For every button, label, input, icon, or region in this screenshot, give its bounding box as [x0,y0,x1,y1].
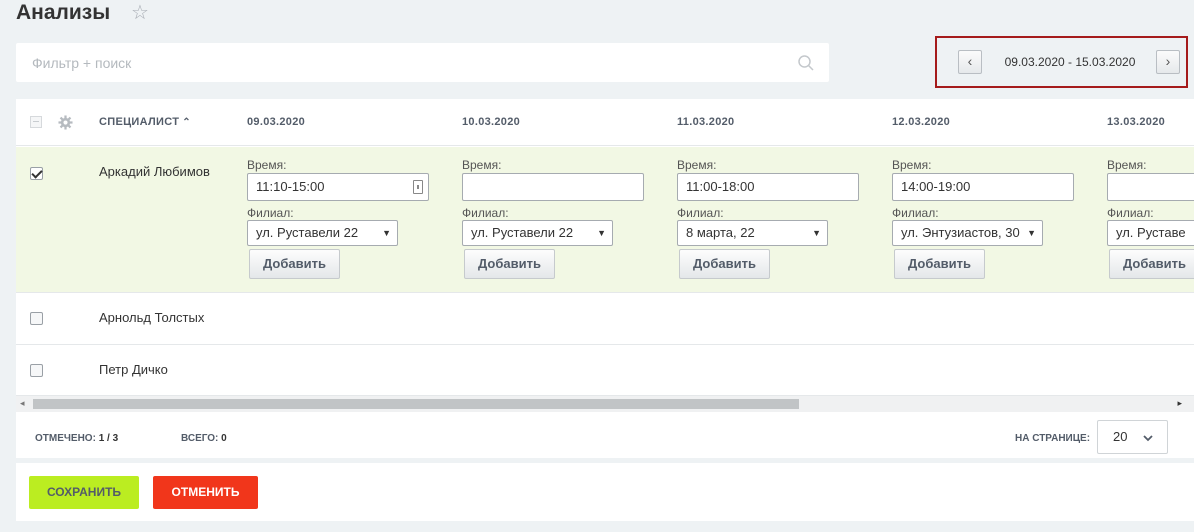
branch-select[interactable]: ул. Руставе [1107,220,1194,246]
add-button[interactable]: Добавить [679,249,770,279]
row-checkbox[interactable] [30,167,43,180]
branch-value: ул. Руставе [1116,225,1186,240]
date-range-label: 09.03.2020 - 15.03.2020 [1004,55,1136,69]
column-header-day[interactable]: 09.03.2020 [247,99,305,146]
dropdown-arrow-icon: ▼ [812,228,821,238]
sort-asc-icon: ⌃ [182,117,191,128]
dropdown-arrow-icon: ▼ [382,228,391,238]
add-button[interactable]: Добавить [249,249,340,279]
search-input[interactable] [16,43,776,82]
per-page-label: НА СТРАНИЦЕ: [1015,433,1091,444]
total-count-label: ВСЕГО: [181,433,219,444]
date-range-navigator: ‹ 09.03.2020 - 15.03.2020 › [935,36,1188,88]
search-icon[interactable] [797,54,815,72]
column-header-specialist[interactable]: СПЕЦИАЛИСТ ⌃ [99,99,191,146]
selected-count: ОТМЕЧЕНО: 1 / 3 [35,433,118,444]
add-button[interactable]: Добавить [894,249,985,279]
branch-value: ул. Руставели 22 [471,225,574,240]
scroll-right-icon[interactable]: ▸ [1177,398,1182,409]
specialist-name: Аркадий Любимов [99,164,210,179]
gear-icon[interactable] [58,115,73,130]
row-checkbox[interactable] [30,312,43,325]
selected-count-value: 1 / 3 [98,433,119,444]
time-label: Время: [677,158,717,172]
next-week-button[interactable]: › [1156,50,1180,74]
table-row[interactable]: Аркадий Любимов Время: 11:10-15:00 Филиа… [16,147,1194,293]
time-input[interactable] [1107,173,1194,201]
branch-value: ул. Руставели 22 [256,225,359,240]
star-icon[interactable]: ☆ [131,3,149,23]
branch-select[interactable]: ул. Руставели 22 ▼ [462,220,613,246]
time-label: Время: [1107,158,1147,172]
add-button[interactable]: Добавить [1109,249,1194,279]
cancel-button[interactable]: ОТМЕНИТЬ [153,476,258,509]
branch-label: Филиал: [247,206,294,220]
dropdown-arrow-icon: ▼ [1027,228,1036,238]
table-row[interactable]: Арнольд Толстых [16,294,1194,345]
column-header-specialist-label: СПЕЦИАЛИСТ [99,116,180,128]
grid-header: СПЕЦИАЛИСТ ⌃ 09.03.2020 10.03.2020 11.03.… [16,99,1194,146]
table-row[interactable]: Петр Дичко [16,346,1194,396]
schedule-grid: СПЕЦИАЛИСТ ⌃ 09.03.2020 10.03.2020 11.03.… [16,99,1194,458]
grid-footer: ОТМЕЧЕНО: 1 / 3 ВСЕГО: 0 НА СТРАНИЦЕ: 20 [16,413,1194,458]
save-button[interactable]: СОХРАНИТЬ [29,476,139,509]
calendar-icon[interactable] [413,180,423,194]
scroll-left-icon[interactable]: ◂ [20,398,25,409]
horizontal-scrollbar[interactable]: ◂ ▸ [16,396,1194,412]
per-page-value: 20 [1113,429,1128,444]
column-header-day[interactable]: 12.03.2020 [892,99,950,146]
search-bar [16,43,829,82]
time-input[interactable]: 11:00-18:00 [677,173,859,201]
per-page-select[interactable]: 20 [1097,420,1168,454]
total-count-value: 0 [221,433,227,444]
branch-select[interactable]: ул. Энтузиастов, 30 ▼ [892,220,1043,246]
branch-value: ул. Энтузиастов, 30 [901,225,1020,240]
branch-label: Филиал: [462,206,509,220]
time-label: Время: [247,158,287,172]
branch-label: Филиал: [1107,206,1154,220]
branch-label: Филиал: [892,206,939,220]
action-bar: СОХРАНИТЬ ОТМЕНИТЬ [16,463,1194,521]
time-value: 11:10-15:00 [256,179,325,194]
time-input[interactable]: 14:00-19:00 [892,173,1074,201]
prev-week-button[interactable]: ‹ [958,50,982,74]
row-checkbox[interactable] [30,364,43,377]
total-count: ВСЕГО: 0 [181,433,227,444]
select-all-checkbox[interactable] [30,116,42,128]
time-label: Время: [892,158,932,172]
page-title: Анализы [16,1,111,24]
chevron-down-icon [1143,435,1153,442]
branch-select[interactable]: ул. Руставели 22 ▼ [247,220,398,246]
branch-select[interactable]: 8 марта, 22 ▼ [677,220,828,246]
column-header-day[interactable]: 13.03.2020 [1107,99,1165,146]
column-header-day[interactable]: 11.03.2020 [677,99,734,146]
dropdown-arrow-icon: ▼ [597,228,606,238]
specialist-name: Арнольд Толстых [99,310,205,325]
selected-count-label: ОТМЕЧЕНО: [35,433,96,444]
branch-value: 8 марта, 22 [686,225,755,240]
scrollbar-thumb[interactable] [33,399,799,409]
column-header-day[interactable]: 10.03.2020 [462,99,520,146]
specialist-name: Петр Дичко [99,362,168,377]
time-input[interactable] [462,173,644,201]
branch-label: Филиал: [677,206,724,220]
add-button[interactable]: Добавить [464,249,555,279]
time-label: Время: [462,158,502,172]
time-input[interactable]: 11:10-15:00 [247,173,429,201]
time-value: 11:00-18:00 [686,179,755,194]
time-value: 14:00-19:00 [901,179,971,194]
